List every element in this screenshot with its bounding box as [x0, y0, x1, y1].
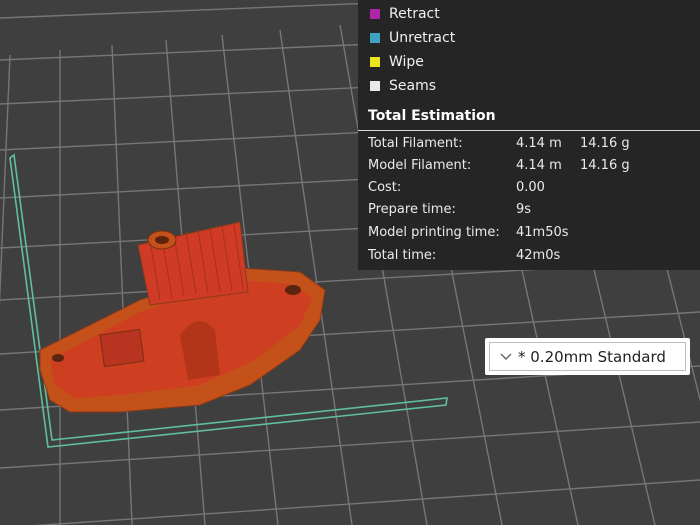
- legend-label: Seams: [389, 78, 437, 94]
- unretract-swatch: [370, 33, 380, 43]
- separator: [358, 130, 700, 131]
- stat-weight: 14.16 g: [580, 136, 630, 151]
- chevron-down-icon: [500, 350, 514, 364]
- stat-value: 41m50s: [516, 225, 569, 240]
- chimney-hole: [155, 236, 169, 244]
- estimation-title: Total Estimation: [368, 108, 496, 124]
- stat-label: Total Filament:: [368, 136, 463, 151]
- stat-row-total-time: Total time: 42m0s: [368, 246, 698, 266]
- stat-label: Total time:: [368, 248, 437, 263]
- stat-row-total-filament: Total Filament: 4.14 m 14.16 g: [368, 134, 698, 154]
- legend-item-wipe: Wipe: [370, 52, 424, 72]
- preset-label: * 0.20mm Standard: [518, 347, 666, 366]
- stat-value: 9s: [516, 202, 532, 217]
- stat-value: 4.14 m: [516, 136, 562, 151]
- preset-selector[interactable]: * 0.20mm Standard: [485, 338, 690, 375]
- legend-label: Retract: [389, 6, 440, 22]
- stat-row-cost: Cost: 0.00: [368, 178, 698, 198]
- preset-dropdown[interactable]: * 0.20mm Standard: [489, 342, 686, 371]
- legend-panel: Retract Unretract Wipe Seams Total Estim…: [358, 0, 700, 270]
- stern-hole: [52, 354, 64, 362]
- stat-label: Model Filament:: [368, 158, 472, 173]
- stat-value: 0.00: [516, 180, 545, 195]
- seams-swatch: [370, 81, 380, 91]
- stat-label: Cost:: [368, 180, 402, 195]
- stat-value: 42m0s: [516, 248, 561, 263]
- wipe-swatch: [370, 57, 380, 67]
- stat-label: Model printing time:: [368, 225, 500, 240]
- legend-item-unretract: Unretract: [370, 28, 455, 48]
- retract-swatch: [370, 9, 380, 19]
- legend-item-retract: Retract: [370, 4, 440, 24]
- stat-value: 4.14 m: [516, 158, 562, 173]
- stat-row-model-filament: Model Filament: 4.14 m 14.16 g: [368, 156, 698, 176]
- legend-item-seams: Seams: [370, 76, 436, 96]
- stat-row-printing-time: Model printing time: 41m50s: [368, 223, 698, 243]
- legend-label: Unretract: [389, 30, 456, 46]
- bow-hole: [285, 285, 301, 295]
- stat-row-prepare-time: Prepare time: 9s: [368, 200, 698, 220]
- stat-weight: 14.16 g: [580, 158, 630, 173]
- legend-label: Wipe: [389, 54, 424, 70]
- stat-label: Prepare time:: [368, 202, 456, 217]
- cabin-window: [99, 328, 145, 368]
